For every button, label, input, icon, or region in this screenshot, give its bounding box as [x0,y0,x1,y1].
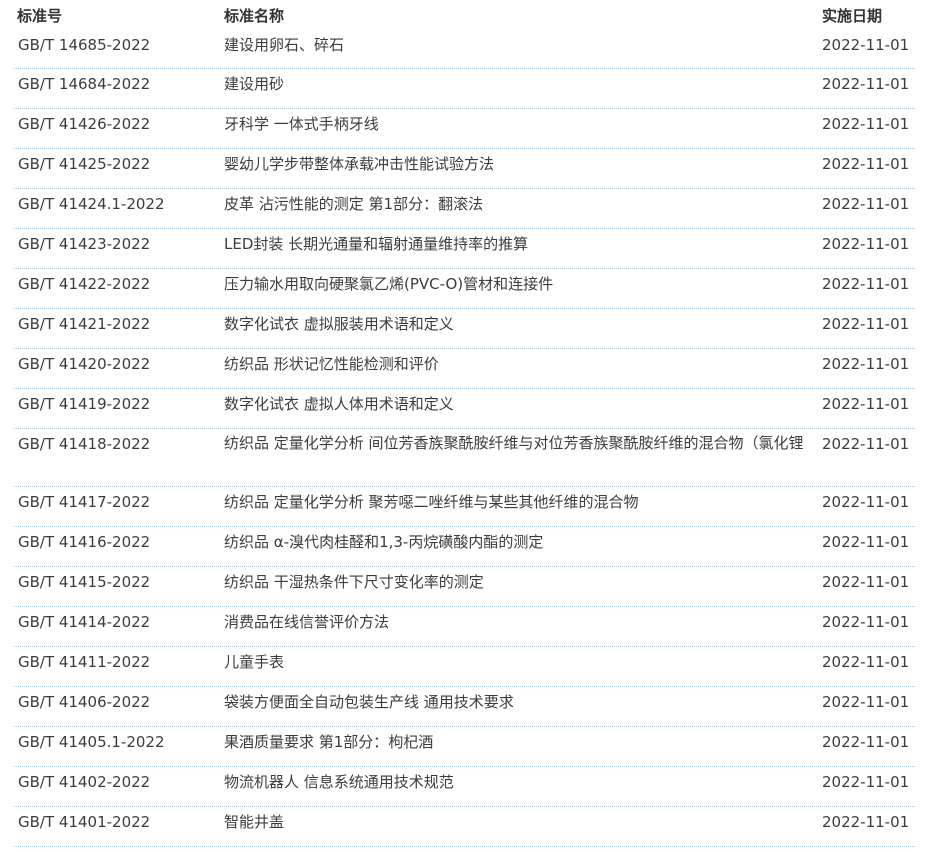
implementation-date: 2022-11-01 [822,75,910,93]
standard-code[interactable]: GB/T 41414-2022 [18,611,150,633]
implementation-date: 2022-11-01 [822,773,910,791]
standard-code[interactable]: GB/T 41411-2022 [18,651,150,673]
standard-name[interactable]: LED封装 长期光通量和辐射通量维持率的推算 [224,233,816,255]
table-header: 标准号 标准名称 实施日期 [0,0,949,30]
table-row[interactable]: GB/T 41416-2022 纺织品 α-溴代肉桂醛和1,3-丙烷磺酸内酯的测定… [14,527,915,567]
standard-code[interactable]: GB/T 41416-2022 [18,531,150,553]
standard-name[interactable]: 物流机器人 信息系统通用技术规范 [224,771,816,793]
standard-code[interactable]: GB/T 41418-2022 [18,433,150,455]
standard-code[interactable]: GB/T 41415-2022 [18,571,150,593]
table-row[interactable]: GB/T 14684-2022 建设用砂 2022-11-01 [14,69,915,109]
standard-name[interactable]: 纺织品 α-溴代肉桂醛和1,3-丙烷磺酸内酯的测定 [224,531,816,553]
standard-name[interactable]: 纺织品 干湿热条件下尺寸变化率的测定 [224,571,816,593]
standard-name[interactable]: 建设用卵石、碎石 [224,34,816,56]
standard-name[interactable]: 婴幼儿学步带整体承载冲击性能试验方法 [224,153,816,175]
implementation-date: 2022-11-01 [822,653,910,671]
table-row[interactable]: GB/T 41422-2022 压力输水用取向硬聚氯乙烯(PVC-O)管材和连接件… [14,269,915,309]
header-date: 实施日期 [822,7,883,25]
table-row[interactable]: GB/T 41411-2022 儿童手表 2022-11-01 [14,647,915,687]
standard-code[interactable]: GB/T 41417-2022 [18,491,150,513]
table-body: GB/T 14685-2022 建设用卵石、碎石 2022-11-01 GB/T 14… [0,30,949,847]
implementation-date: 2022-11-01 [822,613,910,631]
standard-code[interactable]: GB/T 41419-2022 [18,393,150,415]
standard-name[interactable]: 儿童手表 [224,651,816,673]
implementation-date: 2022-11-01 [822,533,910,551]
table-row[interactable]: GB/T 41418-2022 纺织品 定量化学分析 间位芳香族聚酰胺纤维与对位芳… [14,429,915,487]
implementation-date: 2022-11-01 [822,733,910,751]
standard-code[interactable]: GB/T 41422-2022 [18,273,150,295]
standard-name[interactable]: 消费品在线信誉评价方法 [224,611,816,633]
standard-code[interactable]: GB/T 41405.1-2022 [18,731,165,753]
implementation-date: 2022-11-01 [822,275,910,293]
implementation-date: 2022-11-01 [822,155,910,173]
implementation-date: 2022-11-01 [822,355,910,373]
standard-code[interactable]: GB/T 41420-2022 [18,353,150,375]
table-row[interactable]: GB/T 41406-2022 袋装方便面全自动包装生产线 通用技术要求 2022-… [14,687,915,727]
implementation-date: 2022-11-01 [822,493,910,511]
standard-code[interactable]: GB/T 14685-2022 [18,34,150,56]
table-row[interactable]: GB/T 41417-2022 纺织品 定量化学分析 聚芳噁二唑纤维与某些其他纤维… [14,487,915,527]
table-row[interactable]: GB/T 41421-2022 数字化试衣 虚拟服装用术语和定义 2022-11-0… [14,309,915,349]
implementation-date: 2022-11-01 [822,195,910,213]
implementation-date: 2022-11-01 [822,813,910,831]
standard-name[interactable]: 建设用砂 [224,73,816,95]
implementation-date: 2022-11-01 [822,36,910,54]
table-row[interactable]: GB/T 41414-2022 消费品在线信誉评价方法 2022-11-01 [14,607,915,647]
standard-code[interactable]: GB/T 41421-2022 [18,313,150,335]
standard-code[interactable]: GB/T 41406-2022 [18,691,150,713]
standard-name[interactable]: 皮革 沾污性能的测定 第1部分：翻滚法 [224,193,816,215]
standard-code[interactable]: GB/T 14684-2022 [18,73,150,95]
table-row[interactable]: GB/T 41415-2022 纺织品 干湿热条件下尺寸变化率的测定 2022-11… [14,567,915,607]
standard-name[interactable]: 牙科学 一体式手柄牙线 [224,113,816,135]
implementation-date: 2022-11-01 [822,315,910,333]
standards-table: 标准号 标准名称 实施日期 GB/T 14685-2022 建设用卵石、碎石 202… [0,0,949,847]
table-row[interactable]: GB/T 41419-2022 数字化试衣 虚拟人体用术语和定义 2022-11-0… [14,389,915,429]
table-row[interactable]: GB/T 41402-2022 物流机器人 信息系统通用技术规范 2022-11-0… [14,767,915,807]
standard-name[interactable]: 袋装方便面全自动包装生产线 通用技术要求 [224,691,816,713]
table-row[interactable]: GB/T 41426-2022 牙科学 一体式手柄牙线 2022-11-01 [14,109,915,149]
standard-code[interactable]: GB/T 41402-2022 [18,771,150,793]
standard-code[interactable]: GB/T 41426-2022 [18,113,150,135]
standard-name[interactable]: 数字化试衣 虚拟人体用术语和定义 [224,393,816,415]
standard-name[interactable]: 数字化试衣 虚拟服装用术语和定义 [224,313,816,335]
standard-name[interactable]: 纺织品 定量化学分析 间位芳香族聚酰胺纤维与对位芳香族聚酰胺纤维的混合物（氯化锂 [224,429,816,457]
table-row[interactable]: GB/T 41401-2022 智能井盖 2022-11-01 [14,807,915,847]
header-name: 标准名称 [224,7,285,25]
table-row[interactable]: GB/T 41423-2022 LED封装 长期光通量和辐射通量维持率的推算 202… [14,229,915,269]
table-row[interactable]: GB/T 41420-2022 纺织品 形状记忆性能检测和评价 2022-11-01 [14,349,915,389]
implementation-date: 2022-11-01 [822,693,910,711]
standard-code[interactable]: GB/T 41423-2022 [18,233,150,255]
standard-name[interactable]: 纺织品 定量化学分析 聚芳噁二唑纤维与某些其他纤维的混合物 [224,491,816,513]
table-row[interactable]: GB/T 14685-2022 建设用卵石、碎石 2022-11-01 [14,30,915,69]
implementation-date: 2022-11-01 [822,115,910,133]
table-row[interactable]: GB/T 41424.1-2022 皮革 沾污性能的测定 第1部分：翻滚法 2022… [14,189,915,229]
implementation-date: 2022-11-01 [822,395,910,413]
implementation-date: 2022-11-01 [822,235,910,253]
table-row[interactable]: GB/T 41405.1-2022 果酒质量要求 第1部分：枸杞酒 2022-11-… [14,727,915,767]
implementation-date: 2022-11-01 [822,573,910,591]
standard-code[interactable]: GB/T 41425-2022 [18,153,150,175]
header-code: 标准号 [17,7,63,25]
standard-code[interactable]: GB/T 41424.1-2022 [18,193,165,215]
implementation-date: 2022-11-01 [822,435,910,453]
standard-name[interactable]: 果酒质量要求 第1部分：枸杞酒 [224,731,816,753]
standard-name[interactable]: 纺织品 形状记忆性能检测和评价 [224,353,816,375]
standard-name[interactable]: 智能井盖 [224,811,816,833]
standard-code[interactable]: GB/T 41401-2022 [18,811,150,833]
standard-name[interactable]: 压力输水用取向硬聚氯乙烯(PVC-O)管材和连接件 [224,273,816,295]
table-row[interactable]: GB/T 41425-2022 婴幼儿学步带整体承载冲击性能试验方法 2022-11… [14,149,915,189]
